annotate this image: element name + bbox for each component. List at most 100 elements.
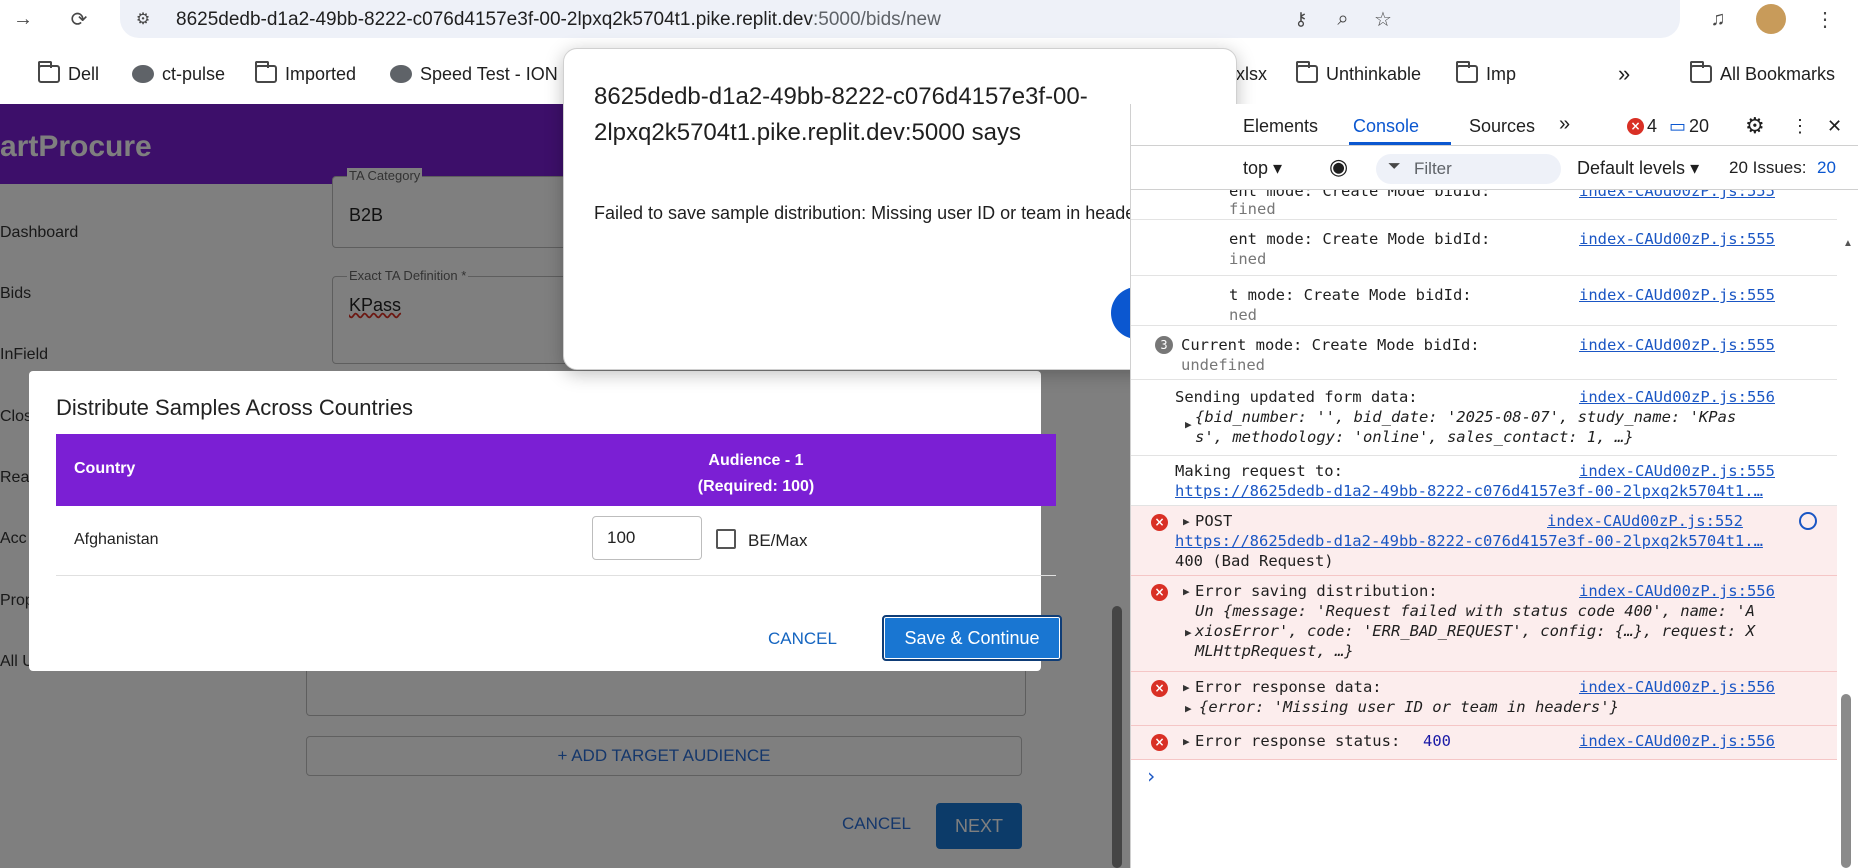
console-message: Making request to: https://8625dedb-d1a2… [1131, 456, 1837, 506]
reload-icon[interactable]: ⟳ [66, 6, 92, 32]
bookmark-xlsx[interactable]: xlsx [1236, 56, 1267, 92]
source-link[interactable]: index-CAUd00zP.js:556 [1579, 732, 1775, 750]
tab-elements[interactable]: Elements [1243, 116, 1318, 137]
expand-triangle-icon[interactable]: ▶ [1185, 418, 1192, 431]
settings-gear-icon[interactable]: ⚙ [1745, 113, 1765, 139]
devtools-tabs: Elements Console Sources » × 4 ▭ 20 ⚙ ⋮ … [1131, 104, 1858, 146]
console-error: × ▶ Error response data: ▶ {error: 'Miss… [1131, 672, 1837, 726]
modal-cancel-button[interactable]: CANCEL [768, 629, 837, 649]
error-count[interactable]: 4 [1647, 116, 1657, 137]
bookmark-all[interactable]: All Bookmarks [1690, 56, 1835, 92]
more-tabs-icon[interactable]: » [1559, 113, 1570, 136]
alert-title: 8625dedb-d1a2-49bb-8222-c076d4157e3f-00-… [594, 83, 1088, 146]
console-message: Sending updated form data: ▶ {bid_number… [1131, 380, 1837, 456]
table-row: Afghanistan 100 BE/Max [56, 506, 1056, 576]
source-link[interactable]: index-CAUd00zP.js:556 [1579, 678, 1775, 696]
source-link[interactable]: index-CAUd00zP.js:555 [1579, 190, 1775, 200]
source-link[interactable]: index-CAUd00zP.js:552 [1547, 512, 1743, 530]
expand-triangle-icon[interactable]: ▶ [1183, 585, 1190, 598]
error-icon: × [1151, 584, 1168, 601]
issues-label[interactable]: 20 Issues: [1729, 158, 1807, 178]
bookmark-dell[interactable]: Dell [38, 56, 99, 92]
source-link[interactable]: index-CAUd00zP.js:556 [1579, 582, 1775, 600]
expand-triangle-icon[interactable]: ▶ [1185, 702, 1192, 715]
media-icon[interactable]: ♫ [1705, 6, 1731, 32]
forward-icon[interactable]: → [10, 6, 36, 32]
filter-icon: ⏷ [1388, 158, 1401, 175]
console-scrollbar[interactable] [1841, 694, 1851, 868]
globe-icon [132, 65, 154, 83]
table-header: Country Audience - 1 (Required: 100) [56, 434, 1056, 506]
eye-icon[interactable]: ◉ [1329, 154, 1348, 180]
expand-triangle-icon[interactable]: ▶ [1183, 681, 1190, 694]
bookmarks-overflow-icon[interactable]: » [1618, 56, 1630, 92]
site-settings-icon[interactable]: ⚙ [130, 6, 156, 32]
tab-sources[interactable]: Sources [1469, 116, 1535, 137]
filter-placeholder: Filter [1414, 159, 1452, 178]
folder-icon [1296, 61, 1318, 83]
alert-message: Failed to save sample distribution: Miss… [594, 203, 1151, 223]
be-max-checkbox[interactable] [716, 529, 736, 549]
error-icon: × [1151, 514, 1168, 531]
bookmark-imp[interactable]: Imp [1456, 56, 1516, 92]
console-message: ent mode: Create Mode bidId: ined index-… [1131, 220, 1837, 276]
issues-count[interactable]: 20 [1817, 158, 1836, 178]
console-error: × ▶ Error response status: 400 index-CAU… [1131, 726, 1837, 760]
folder-icon [38, 61, 60, 83]
error-count-icon: × [1627, 118, 1644, 135]
bookmark-imported[interactable]: Imported [255, 56, 356, 92]
expand-triangle-icon[interactable]: ▶ [1183, 735, 1190, 748]
folder-icon [1690, 61, 1712, 83]
console-message: ent mode: Create Mode bidId: fined index… [1131, 190, 1837, 220]
bookmark-unthinkable[interactable]: Unthinkable [1296, 56, 1421, 92]
context-selector[interactable]: top ▾ [1243, 158, 1282, 179]
message-count[interactable]: 20 [1689, 116, 1709, 137]
folder-icon [1456, 61, 1478, 83]
source-link[interactable]: index-CAUd00zP.js:555 [1579, 286, 1775, 304]
close-icon[interactable]: ✕ [1827, 116, 1842, 137]
key-icon[interactable]: ⚷ [1288, 6, 1314, 32]
folder-icon [255, 61, 277, 83]
audience-required: (Required: 100) [697, 478, 815, 495]
column-header-country: Country [74, 460, 136, 477]
expand-triangle-icon[interactable]: ▶ [1183, 515, 1190, 528]
save-continue-button[interactable]: Save & Continue [882, 615, 1062, 661]
sample-count-input[interactable]: 100 [592, 516, 702, 560]
url-path: :5000/bids/new [813, 9, 941, 30]
console-prompt[interactable]: › [1145, 764, 1157, 788]
active-tab-indicator [1349, 142, 1451, 145]
expand-triangle-icon[interactable]: ▶ [1185, 626, 1192, 639]
message-icon: ▭ [1669, 116, 1687, 136]
console-toolbar: top ▾ ◉ ⏷ Filter Default levels ▾ 20 Iss… [1131, 146, 1858, 190]
source-link[interactable]: index-CAUd00zP.js:555 [1579, 336, 1775, 354]
devtools-menu-icon[interactable]: ⋮ [1791, 116, 1809, 137]
error-icon: × [1151, 734, 1168, 751]
console-message: 3 Current mode: Create Mode bidId: undef… [1131, 326, 1837, 380]
zoom-icon[interactable]: ⌕ [1330, 6, 1356, 32]
star-icon[interactable]: ☆ [1370, 6, 1396, 32]
scroll-up-icon[interactable]: ▲ [1843, 238, 1853, 249]
bookmark-speed-test[interactable]: Speed Test - ION [390, 56, 558, 92]
network-icon[interactable] [1799, 512, 1817, 530]
source-link[interactable]: index-CAUd00zP.js:555 [1579, 230, 1775, 248]
bookmark-ct-pulse[interactable]: ct-pulse [132, 56, 225, 92]
url-text[interactable]: 8625dedb-d1a2-49bb-8222-c076d4157e3f-00-… [176, 9, 941, 31]
menu-icon[interactable]: ⋮ [1812, 6, 1838, 32]
console-output: ent mode: Create Mode bidId: fined index… [1131, 190, 1839, 868]
address-bar[interactable]: ⚙ 8625dedb-d1a2-49bb-8222-c076d4157e3f-0… [120, 0, 1680, 38]
log-levels-dropdown[interactable]: Default levels ▾ [1577, 158, 1699, 179]
row-country: Afghanistan [74, 531, 159, 548]
repeat-count-badge: 3 [1155, 336, 1173, 354]
filter-input[interactable]: ⏷ Filter [1376, 154, 1561, 184]
source-link[interactable]: index-CAUd00zP.js:555 [1579, 462, 1775, 480]
url-host: 8625dedb-d1a2-49bb-8222-c076d4157e3f-00-… [176, 9, 813, 30]
profile-avatar[interactable] [1756, 4, 1786, 34]
globe-icon [390, 65, 412, 83]
console-message: t mode: Create Mode bidId: ned index-CAU… [1131, 276, 1837, 326]
source-link[interactable]: index-CAUd00zP.js:556 [1579, 388, 1775, 406]
be-max-label: BE/Max [748, 531, 808, 550]
console-error: × ▶ Error saving distribution: Un {messa… [1131, 576, 1837, 672]
tab-console[interactable]: Console [1353, 116, 1419, 137]
distribute-samples-modal: Distribute Samples Across Countries Coun… [29, 371, 1062, 671]
column-header-audience: Audience - 1 (Required: 100) [556, 448, 956, 500]
